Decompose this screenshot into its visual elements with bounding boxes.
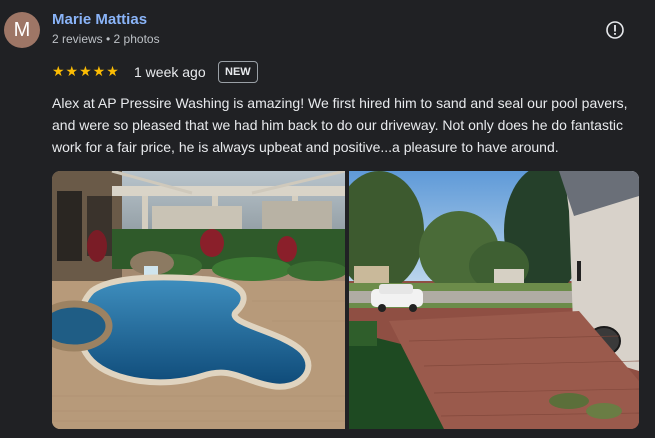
- avatar[interactable]: M: [4, 12, 40, 48]
- avatar-letter: M: [13, 18, 31, 41]
- star-rating: ★★★★★: [52, 63, 120, 79]
- photo-gallery: [52, 171, 639, 429]
- pool-photo[interactable]: [52, 171, 345, 429]
- flag-icon: [605, 20, 625, 45]
- review-text: Alex at AP Pressire Washing is amazing! …: [52, 95, 628, 155]
- driveway-photo[interactable]: [349, 171, 639, 429]
- new-badge: NEW: [218, 61, 258, 83]
- author-meta: 2 reviews • 2 photos: [52, 32, 160, 46]
- review-time: 1 week ago: [134, 64, 206, 80]
- report-button[interactable]: [605, 20, 625, 45]
- author-name[interactable]: Marie Mattias: [52, 11, 147, 28]
